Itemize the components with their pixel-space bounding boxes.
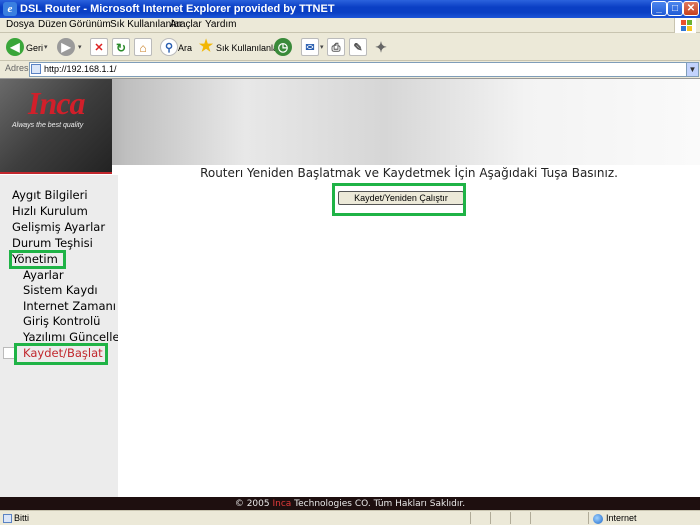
mail-icon[interactable]: ✉ [301,38,319,56]
address-dropdown-icon[interactable]: ▼ [686,62,699,77]
toolbar: ◀ Geri ▾ ▶ ▾ ✕ ↻ ⌂ ⚲ Ara ★ Sık Kullanıla… [0,34,700,61]
print-icon[interactable]: ⎙ [327,38,345,56]
status-separator [510,512,511,524]
internet-explorer-icon: e [3,2,17,16]
favorites-button-label[interactable]: Sık Kullanılanlar [216,38,281,58]
page-viewport: Inca Always the best quality Aygıt Bilgi… [0,78,700,511]
messenger-icon[interactable]: ✦ [372,38,390,56]
nav-quick-setup[interactable]: Hızlı Kurulum [12,204,88,218]
edit-icon[interactable]: ✎ [349,38,367,56]
back-button-label[interactable]: Geri [26,38,43,58]
status-separator [490,512,491,524]
nav-diagnostics[interactable]: Durum Teşhisi [12,236,93,250]
status-separator [530,512,531,524]
stop-icon[interactable]: ✕ [90,38,108,56]
nav-update-software[interactable]: Yazılımı Güncelle [23,330,118,344]
nav-device-info[interactable]: Aygıt Bilgileri [12,188,88,202]
status-separator [470,512,471,524]
logo-area: Inca Always the best quality [0,79,112,173]
forward-arrow-icon[interactable]: ▶ [57,38,75,56]
page-done-icon [3,514,12,523]
windows-logo-icon [674,18,696,33]
minimize-button[interactable]: _ [651,1,667,16]
banner-red-line [0,172,112,174]
close-button[interactable]: ✕ [683,1,699,16]
footer-brand: Inca [272,499,292,509]
highlight-save-reboot [14,343,108,365]
logo-tagline: Always the best quality [12,122,84,129]
highlight-save-button [332,183,466,216]
home-icon[interactable]: ⌂ [134,38,152,56]
menu-help[interactable]: Yardım [205,19,237,30]
address-input[interactable]: http://192.168.1.1/ [29,62,699,77]
maximize-button[interactable]: □ [667,1,683,16]
address-label: Adres [5,63,29,73]
menu-file[interactable]: Dosya [6,19,34,30]
nav-internet-time[interactable]: Internet Zamanı [23,299,116,313]
copyright-footer: © 2005 Inca Technologies CO. Tüm Hakları… [0,497,700,511]
status-separator [588,512,589,524]
nav-settings[interactable]: Ayarlar [23,268,64,282]
footer-suffix: Technologies CO. Tüm Hakları Saklıdır. [291,499,466,509]
page-icon [31,64,41,74]
history-icon[interactable]: ◷ [274,38,292,56]
menu-tools[interactable]: Araçlar [170,19,202,30]
menu-edit[interactable]: Düzen [38,19,67,30]
favorites-star-icon[interactable]: ★ [197,38,215,56]
search-icon[interactable]: ⚲ [160,38,178,56]
forward-dropdown-icon[interactable]: ▾ [78,38,82,58]
menu-view[interactable]: Görünüm [69,19,111,30]
internet-zone-icon [593,514,603,524]
menu-bar: Dosya Düzen Görünüm Sık Kullanılanlar Ar… [0,18,700,33]
nav-advanced-settings[interactable]: Gelişmiş Ayarlar [12,220,105,234]
nav-access-control[interactable]: Giriş Kontrolü [23,314,100,328]
security-zone: Internet [606,513,637,523]
inca-logo: Inca [28,85,85,121]
page-heading: Routerı Yeniden Başlatmak ve Kaydetmek İ… [200,166,618,180]
back-arrow-icon[interactable]: ◀ [6,38,24,56]
nav-system-log[interactable]: Sistem Kaydı [23,283,98,297]
window-title: DSL Router - Microsoft Internet Explorer… [20,3,335,15]
mail-dropdown-icon[interactable]: ▾ [320,38,324,58]
window-title-bar[interactable]: e DSL Router - Microsoft Internet Explor… [0,0,700,18]
status-text: Bitti [14,513,30,523]
footer-prefix: © 2005 [234,499,273,509]
highlight-management [9,250,66,269]
back-dropdown-icon[interactable]: ▾ [44,38,48,58]
search-button-label[interactable]: Ara [178,38,192,58]
refresh-icon[interactable]: ↻ [112,38,130,56]
status-bar: Bitti Internet [0,510,700,525]
address-bar: Adres http://192.168.1.1/ ▼ [0,62,700,77]
